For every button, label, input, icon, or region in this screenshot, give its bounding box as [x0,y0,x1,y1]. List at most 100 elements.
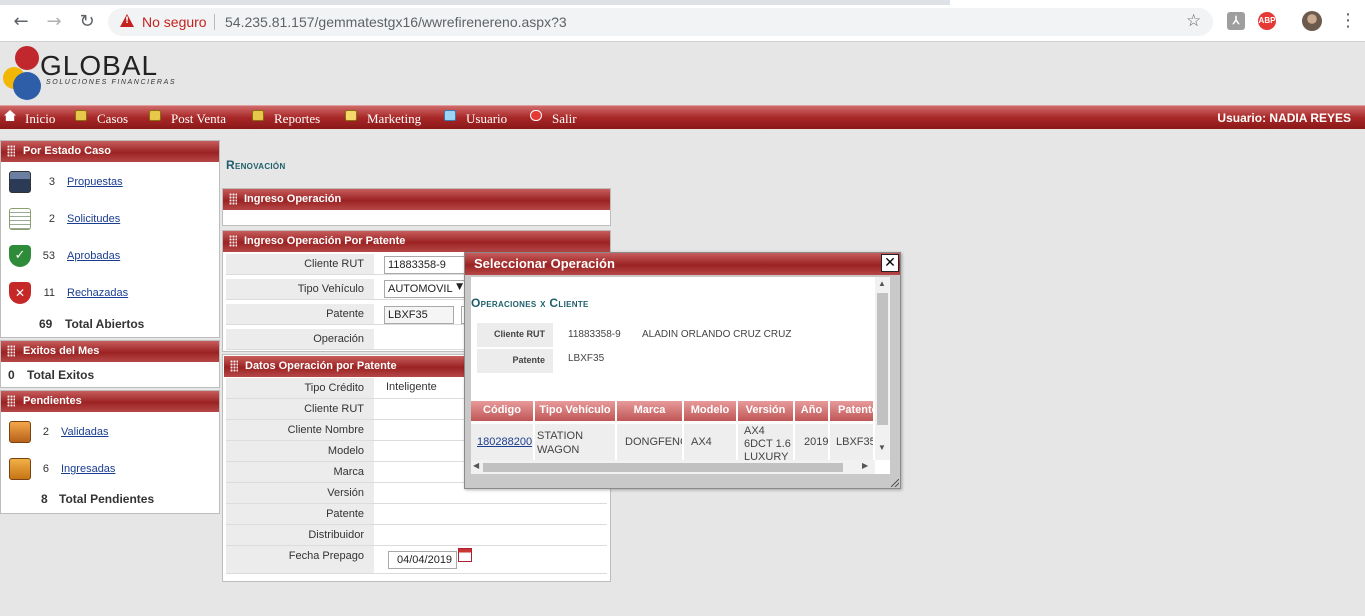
logo-tagline: SOLUCIONES FINANCIERAS [46,79,177,86]
url-text[interactable]: 54.235.81.157/gemmatestgx16/wwrefirenere… [225,14,567,30]
column-header-anio[interactable]: Año [795,401,830,421]
menu-item-casos[interactable]: Casos [97,111,128,127]
user-icon[interactable] [444,110,456,121]
fecha-prepago-label: Fecha Prepago [226,546,374,573]
menu-item-inicio[interactable]: Inicio [25,111,55,127]
total-label: Total Abiertos [65,317,145,331]
table-row: 180288200 [471,424,535,462]
divider [214,14,215,30]
global-logo[interactable]: GLOBAL SOLUCIONES FINANCIERAS [0,42,200,102]
ingreso-operacion-panel: Ingreso Operación [222,188,611,226]
column-header-modelo[interactable]: Modelo [684,401,738,421]
home-icon[interactable] [4,110,16,121]
dialog-title[interactable]: Seleccionar Operación [465,253,900,275]
seleccionar-operacion-dialog: Seleccionar Operación ✕ Operaciones x Cl… [464,252,901,489]
dialog-body: Operaciones x Cliente Cliente RUT 118833… [471,277,890,474]
back-arrow-icon[interactable]: ← [9,10,33,34]
bookmark-star-icon[interactable]: ☆ [1186,11,1201,31]
warning-icon[interactable] [120,14,134,27]
section-title: Operaciones x Cliente [471,296,589,310]
profile-avatar[interactable] [1302,11,1322,31]
forward-arrow-icon[interactable]: → [42,10,66,34]
scroll-left-arrow-icon[interactable]: ◀ [473,461,479,470]
marca-label: Marca [226,462,374,482]
inbox-icon [9,421,31,443]
link-ingresadas[interactable]: Ingresadas [61,463,115,475]
calendar-icon[interactable] [458,548,472,562]
link-validadas[interactable]: Validadas [61,426,109,438]
total-label: Total Pendientes [59,492,155,506]
folder-icon[interactable] [252,110,264,121]
folder-icon[interactable] [75,110,87,121]
count: 2 [48,213,55,225]
cliente-rut-input[interactable]: 11883358-9 [384,256,466,274]
security-status[interactable]: No seguro [142,14,207,30]
exitos-header: Exitos del Mes [1,341,219,362]
column-header-patente[interactable]: Patente [830,401,875,421]
grip-icon [7,145,15,157]
horizontal-scrollbar[interactable]: ◀ ▶ [471,460,875,474]
fecha-prepago-input[interactable]: 04/04/2019 [388,551,457,569]
link-rechazadas[interactable]: Rechazadas [67,287,128,299]
column-header-tipo-vehiculo[interactable]: Tipo Vehículo [535,401,617,421]
browser-toolbar: ← → ↻ No seguro 54.235.81.157/gemmatestg… [0,0,1365,42]
close-icon[interactable]: ✕ [881,254,899,272]
vertical-scrollbar[interactable]: ▲ ▼ [875,277,890,460]
patente-input[interactable]: LBXF35 [384,306,454,324]
form-row: Patente [226,504,607,525]
anio-cell: 2019 [795,424,830,462]
patente-label: Patente [477,349,553,373]
menu-item-post-venta[interactable]: Post Venta [171,111,226,127]
adblock-extension-icon[interactable]: ABP [1258,12,1276,30]
pdf-extension-icon[interactable]: ⅄ [1227,12,1245,30]
column-header-codigo[interactable]: Código [471,401,535,421]
link-solicitudes[interactable]: Solicitudes [67,213,120,225]
tipo-vehiculo-select[interactable]: AUTOMOVIL ▼ [384,280,466,298]
scroll-thumb[interactable] [483,463,843,472]
estado-caso-header: Por Estado Caso [1,141,219,162]
count: 6 [42,463,49,475]
column-header-marca[interactable]: Marca [617,401,684,421]
list-item: 6 Ingresadas [1,452,219,486]
tipo-vehiculo-cell: STATION WAGON [535,424,617,462]
menu-item-salir[interactable]: Salir [552,111,577,127]
cliente-nombre-label: Cliente Nombre [226,420,374,440]
browser-menu-icon[interactable]: ⋮ [1339,10,1357,31]
cliente-nombre-value: ALADIN ORLANDO CRUZ CRUZ [642,329,792,340]
resize-handle-icon[interactable] [891,479,899,487]
exit-icon[interactable] [530,110,542,121]
modelo-cell: AX4 [684,424,738,462]
grip-icon [229,235,237,247]
menu-item-usuario[interactable]: Usuario [466,111,507,127]
link-aprobadas[interactable]: Aprobadas [67,250,120,262]
calculator-icon [9,171,31,193]
marketing-icon[interactable] [345,110,357,121]
patente-value: LBXF35 [568,353,605,364]
column-header-version[interactable]: Versión [738,401,795,421]
menu-item-marketing[interactable]: Marketing [367,111,421,127]
scroll-up-arrow-icon[interactable]: ▲ [878,279,886,288]
total-label: Total Exitos [27,368,95,382]
shield-check-icon: ✓ [9,245,31,267]
scroll-right-arrow-icon[interactable]: ▶ [862,461,868,470]
cliente-rut-label: Cliente RUT [477,323,553,347]
active-tab[interactable] [950,0,1365,5]
reload-icon[interactable]: ↻ [75,10,99,34]
address-bar[interactable]: No seguro 54.235.81.157/gemmatestgx16/ww… [108,8,1213,36]
menu-item-reportes[interactable]: Reportes [274,111,320,127]
cliente-rut-label: Cliente RUT [226,399,374,419]
folder-icon[interactable] [149,110,161,121]
exitos-panel: Exitos del Mes 0 Total Exitos [0,340,220,388]
page-title: Renovación [226,158,286,172]
tab-strip [0,0,1365,5]
main-menu-bar: Inicio Casos Post Venta Reportes Marketi… [0,105,1365,129]
shield-x-icon: ✕ [9,282,31,304]
chevron-down-icon: ▼ [456,282,463,292]
link-propuestas[interactable]: Propuestas [67,176,123,188]
list-item: 2 Solicitudes [1,202,219,236]
scroll-down-arrow-icon[interactable]: ▼ [878,443,886,452]
patente-cell: LBXF35 [830,424,875,462]
scroll-thumb[interactable] [877,293,888,425]
estado-caso-panel: Por Estado Caso 3 Propuestas 2 Solicitud… [0,140,220,338]
codigo-link[interactable]: 180288200 [477,436,532,448]
